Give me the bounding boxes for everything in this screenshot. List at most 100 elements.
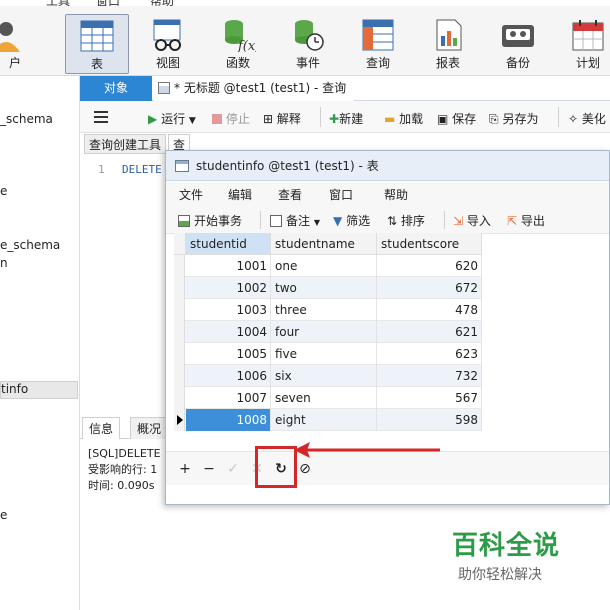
run-button[interactable]: ▶ 运行 ▼: [148, 110, 196, 127]
table-row[interactable]: 1003 three 478: [174, 299, 482, 321]
toolbar-event-button[interactable]: 事件: [276, 14, 340, 74]
menu-icon[interactable]: [94, 111, 108, 123]
table-window-titlebar[interactable]: studentinfo @test1 (test1) - 表: [166, 151, 609, 181]
toolbar-schedule-button[interactable]: 计划: [556, 14, 610, 74]
save-as-button[interactable]: ⎘ 另存为: [489, 110, 538, 127]
studentname-cell[interactable]: six: [271, 365, 377, 387]
toolbar-query-button[interactable]: 查询: [346, 14, 410, 74]
column-header[interactable]: studentid: [186, 233, 271, 255]
main-toolbar: 户 表 视图 f(x) 函数 事件 查询 报表: [0, 6, 610, 76]
nav-item-selected[interactable]: tinfo: [0, 381, 78, 399]
studentscore-cell[interactable]: 567: [377, 387, 482, 409]
sort-button[interactable]: ⇅ 排序: [387, 212, 425, 229]
row-header-corner: [174, 233, 186, 255]
tab-query[interactable]: * 无标题 @test1 (test1) - 查询: [154, 76, 354, 101]
nav-item[interactable]: n: [0, 256, 8, 270]
table-row[interactable]: 1007 seven 567: [174, 387, 482, 409]
export-button[interactable]: ⇱ 导出: [507, 212, 545, 229]
table-row[interactable]: 1008 eight 598: [174, 409, 482, 431]
toolbar-function-button[interactable]: f(x) 函数: [206, 14, 270, 74]
column-header[interactable]: studentscore: [377, 233, 482, 255]
studentname-cell[interactable]: eight: [271, 409, 377, 431]
note-button[interactable]: 备注 ▼: [270, 212, 320, 229]
studentid-cell[interactable]: 1001: [186, 255, 271, 277]
table-row[interactable]: 1004 four 621: [174, 321, 482, 343]
explain-button[interactable]: ⊞ 解释: [263, 110, 301, 127]
tab-objects[interactable]: 对象: [80, 76, 152, 101]
table-row[interactable]: 1001 one 620: [174, 255, 482, 277]
toolbar-user-button[interactable]: 户: [0, 14, 34, 74]
filter-button[interactable]: ▼ 筛选: [333, 212, 370, 229]
import-button[interactable]: ⇲ 导入: [453, 212, 491, 229]
nav-item[interactable]: e: [0, 508, 7, 522]
row-header[interactable]: [174, 387, 185, 409]
row-header[interactable]: [174, 321, 185, 343]
column-header[interactable]: studentname: [271, 233, 377, 255]
toolbar-table-button[interactable]: 表: [65, 14, 129, 74]
studentid-cell[interactable]: 1004: [186, 321, 271, 343]
row-header[interactable]: [174, 343, 185, 365]
query-subtabs: 查询创建工具 查询编辑器: [80, 134, 191, 232]
row-header[interactable]: [174, 299, 185, 321]
menu-window[interactable]: 窗口: [329, 186, 353, 203]
stop-button[interactable]: 停止: [212, 110, 250, 127]
table-row[interactable]: 1006 six 732: [174, 365, 482, 387]
event-icon: [290, 18, 326, 52]
row-header[interactable]: [174, 409, 185, 431]
studentscore-cell[interactable]: 672: [377, 277, 482, 299]
tab-overview[interactable]: 概况: [130, 417, 169, 439]
studentname-cell[interactable]: five: [271, 343, 377, 365]
add-record-button[interactable]: +: [176, 460, 194, 478]
menu-file[interactable]: 文件: [179, 186, 203, 203]
tab-query-builder[interactable]: 查询创建工具: [84, 134, 167, 154]
svg-text:f(x): f(x): [237, 39, 256, 52]
studentname-cell[interactable]: four: [271, 321, 377, 343]
studentid-cell[interactable]: 1002: [186, 277, 271, 299]
studentid-cell[interactable]: 1008: [186, 409, 271, 431]
row-header[interactable]: [174, 365, 185, 387]
row-header[interactable]: [174, 277, 185, 299]
nav-item[interactable]: e_schema: [0, 238, 60, 252]
tab-query-label: * 无标题 @test1 (test1) - 查询: [174, 81, 347, 95]
studentid-cell[interactable]: 1005: [186, 343, 271, 365]
tab-info[interactable]: 信息: [82, 417, 121, 439]
studentscore-cell[interactable]: 732: [377, 365, 482, 387]
info-line: 受影响的行: 1: [88, 463, 158, 476]
menu-edit[interactable]: 编辑: [228, 186, 252, 203]
studentid-cell[interactable]: 1006: [186, 365, 271, 387]
studentname-cell[interactable]: seven: [271, 387, 377, 409]
toolbar-view-button[interactable]: 视图: [136, 14, 200, 74]
user-icon: [0, 18, 20, 52]
new-icon: ✚: [329, 112, 340, 126]
apply-changes-button[interactable]: ✓: [224, 460, 242, 478]
save-button[interactable]: ▣ 保存: [437, 110, 476, 127]
studentname-cell[interactable]: two: [271, 277, 377, 299]
studentscore-cell[interactable]: 478: [377, 299, 482, 321]
toolbar-report-button[interactable]: 报表: [416, 14, 480, 74]
delete-record-button[interactable]: −: [200, 460, 218, 478]
nav-item[interactable]: e: [0, 184, 7, 198]
table-row[interactable]: 1005 five 623: [174, 343, 482, 365]
table-row[interactable]: 1002 two 672: [174, 277, 482, 299]
studentid-cell[interactable]: 1003: [186, 299, 271, 321]
studentname-cell[interactable]: three: [271, 299, 377, 321]
row-header[interactable]: [174, 255, 185, 277]
menu-help[interactable]: 帮助: [384, 186, 408, 203]
toolbar-divider: [320, 107, 321, 127]
beautify-button[interactable]: ✧ 美化: [568, 110, 606, 127]
studentscore-cell[interactable]: 623: [377, 343, 482, 365]
studentscore-cell[interactable]: 621: [377, 321, 482, 343]
load-button[interactable]: ▬ 加载: [384, 110, 423, 127]
studentid-cell[interactable]: 1007: [186, 387, 271, 409]
toolbar-backup-button[interactable]: 备份: [486, 14, 550, 74]
new-button[interactable]: ✚新建: [329, 110, 363, 127]
menu-view[interactable]: 查看: [278, 186, 302, 203]
nav-item[interactable]: _schema: [0, 112, 53, 126]
sql-editor[interactable]: 1 DELETE: [80, 154, 166, 414]
query-icon: [360, 18, 396, 52]
studentname-cell[interactable]: one: [271, 255, 377, 277]
studentscore-cell[interactable]: 620: [377, 255, 482, 277]
studentscore-cell[interactable]: 598: [377, 409, 482, 431]
report-icon: [430, 18, 466, 52]
begin-transaction-button[interactable]: 开始事务: [178, 212, 242, 229]
